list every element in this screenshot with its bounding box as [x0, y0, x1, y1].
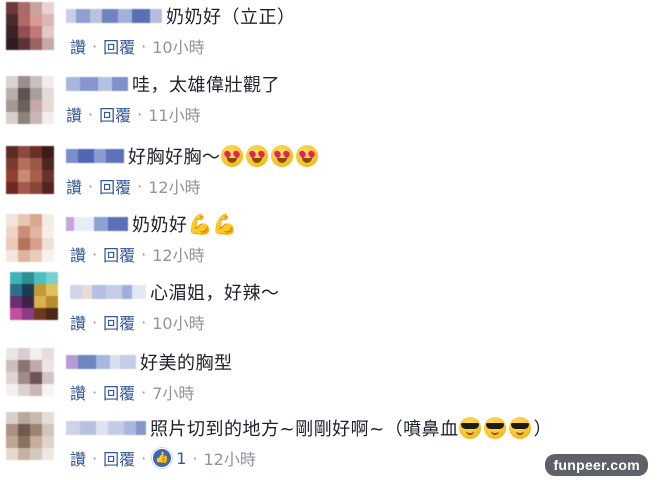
- comment-item: 奶奶好（立正） 讚 · 回覆 · 10小時: [0, 0, 660, 66]
- flexed-biceps-emoji: 💪: [187, 212, 213, 236]
- sunglasses-emoji: [458, 417, 481, 439]
- separator: ·: [137, 104, 143, 124]
- comment-timestamp[interactable]: 10小時: [152, 34, 204, 58]
- separator: ·: [88, 104, 94, 124]
- avatar[interactable]: [6, 412, 54, 460]
- like-count: 1: [176, 448, 187, 468]
- reply-link[interactable]: 回覆: [99, 102, 131, 126]
- commenter-name[interactable]: [66, 217, 128, 231]
- heart-eyes-emoji: [295, 145, 318, 167]
- avatar[interactable]: [6, 146, 54, 194]
- comment-item: 好胸好胸～ 讚 · 回覆 · 12小時: [0, 140, 660, 206]
- reply-link[interactable]: 回覆: [103, 380, 135, 404]
- like-link[interactable]: 讚: [70, 34, 86, 58]
- commenter-name[interactable]: [66, 9, 162, 23]
- comment-timestamp[interactable]: 12小時: [204, 446, 256, 470]
- comment-list: 奶奶好（立正） 讚 · 回覆 · 10小時 哇，太雄偉壯觀了 讚 · 回覆 ·: [0, 0, 660, 480]
- separator: ·: [92, 36, 98, 56]
- like-link[interactable]: 讚: [66, 102, 82, 126]
- comment-text: 照片切到的地方~剛剛好啊~（噴鼻血: [150, 419, 459, 440]
- avatar[interactable]: [6, 348, 54, 396]
- commenter-name[interactable]: [66, 355, 136, 369]
- comment-timestamp[interactable]: 10小時: [152, 310, 204, 334]
- separator: ·: [192, 448, 198, 468]
- separator: ·: [141, 382, 147, 402]
- avatar[interactable]: [6, 214, 54, 262]
- comment-timestamp[interactable]: 12小時: [152, 242, 204, 266]
- heart-eyes-emoji: [245, 145, 268, 167]
- separator: ·: [141, 312, 147, 332]
- commenter-name[interactable]: [66, 149, 124, 163]
- separator: ·: [92, 244, 98, 264]
- comment-text: 心湄姐，好辣～: [150, 283, 280, 304]
- commenter-name[interactable]: [66, 421, 146, 435]
- separator: ·: [92, 382, 98, 402]
- separator: ·: [88, 176, 94, 196]
- comment-text: 奶奶好: [132, 215, 188, 236]
- separator: ·: [141, 244, 147, 264]
- comment-text: 好胸好胸～: [128, 147, 221, 168]
- reply-link[interactable]: 回覆: [103, 34, 135, 58]
- heart-eyes-emoji: [270, 145, 293, 167]
- reply-link[interactable]: 回覆: [103, 446, 135, 470]
- like-link[interactable]: 讚: [70, 310, 86, 334]
- thumbs-up-icon: 👍: [152, 448, 173, 468]
- reply-link[interactable]: 回覆: [103, 242, 135, 266]
- site-watermark: funpeer.com: [545, 454, 648, 476]
- separator: ·: [92, 448, 98, 468]
- commenter-name[interactable]: [66, 77, 128, 91]
- avatar[interactable]: [10, 272, 58, 320]
- flexed-biceps-emoji: 💪: [212, 212, 238, 236]
- comment-text: 奶奶好（立正）: [166, 7, 296, 28]
- comment-text: 好美的胸型: [140, 353, 233, 374]
- reply-link[interactable]: 回覆: [103, 310, 135, 334]
- avatar[interactable]: [6, 2, 54, 50]
- comment-item: 心湄姐，好辣～ 讚 · 回覆 · 10小時: [0, 272, 660, 342]
- separator: ·: [137, 176, 143, 196]
- comment-text: 哇，太雄偉壯觀了: [132, 75, 280, 96]
- commenter-name[interactable]: [70, 285, 146, 299]
- comment-item: 奶奶好 💪 💪 讚 · 回覆 · 12小時: [0, 208, 660, 274]
- separator: ·: [141, 448, 147, 468]
- like-link[interactable]: 讚: [70, 242, 86, 266]
- sunglasses-emoji: [483, 417, 506, 439]
- comment-timestamp[interactable]: 11小時: [148, 102, 200, 126]
- heart-eyes-emoji: [220, 145, 243, 167]
- comment-timestamp[interactable]: 12小時: [148, 174, 200, 198]
- like-link[interactable]: 讚: [70, 446, 86, 470]
- comment-item: 哇，太雄偉壯觀了 讚 · 回覆 · 11小時: [0, 68, 660, 134]
- reply-link[interactable]: 回覆: [99, 174, 131, 198]
- sunglasses-emoji: [508, 417, 531, 439]
- comment-item: 好美的胸型 讚 · 回覆 · 7小時: [0, 346, 660, 412]
- comment-timestamp[interactable]: 7小時: [152, 380, 194, 404]
- comment-text-suffix: ）: [533, 419, 553, 440]
- avatar[interactable]: [6, 76, 54, 124]
- like-link[interactable]: 讚: [70, 380, 86, 404]
- separator: ·: [141, 36, 147, 56]
- separator: ·: [92, 312, 98, 332]
- like-count-badge[interactable]: 👍 1: [152, 448, 186, 468]
- like-link[interactable]: 讚: [66, 174, 82, 198]
